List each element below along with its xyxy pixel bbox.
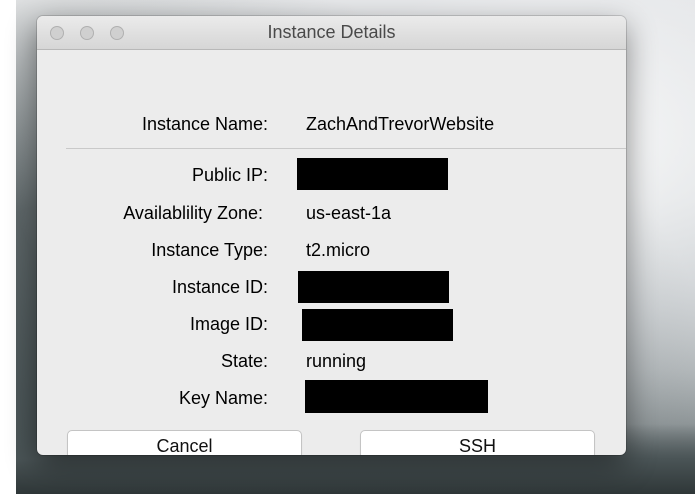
image-id-redacted-value	[302, 309, 453, 341]
instance-type-value: t2.micro	[306, 240, 371, 260]
window-title: Instance Details	[267, 22, 396, 42]
details-panel: Instance Name: ZachAndTrevorWebsite Publ…	[37, 50, 626, 455]
instance-type-label: Instance Type:	[151, 240, 268, 260]
separator	[66, 148, 626, 149]
desktop-background: Instance Details Instance Name: ZachAndT…	[0, 0, 695, 494]
instance-id-label: Instance ID:	[171, 277, 268, 297]
key-name-label: Key Name:	[178, 388, 268, 408]
public-ip-redacted-value	[297, 158, 448, 190]
instance-id-redacted-value	[298, 271, 449, 303]
state-label: State:	[220, 351, 268, 371]
desktop-edge	[0, 0, 16, 494]
instance-name-label: Instance Name:	[141, 114, 268, 134]
instance-details-window: Instance Details Instance Name: ZachAndT…	[37, 16, 626, 455]
availability-zone-label: Availablility Zone:	[123, 203, 263, 223]
state-value: running	[306, 351, 367, 371]
key-name-redacted-value	[305, 380, 488, 413]
instance-name-value: ZachAndTrevorWebsite	[306, 114, 495, 134]
image-id-label: Image ID:	[189, 314, 268, 334]
ssh-button[interactable]: SSH	[360, 430, 595, 455]
availability-zone-value: us-east-1a	[306, 203, 392, 223]
public-ip-label: Public IP:	[191, 165, 268, 185]
cancel-button[interactable]: Cancel	[67, 430, 302, 455]
title-bar[interactable]: Instance Details	[37, 16, 626, 50]
